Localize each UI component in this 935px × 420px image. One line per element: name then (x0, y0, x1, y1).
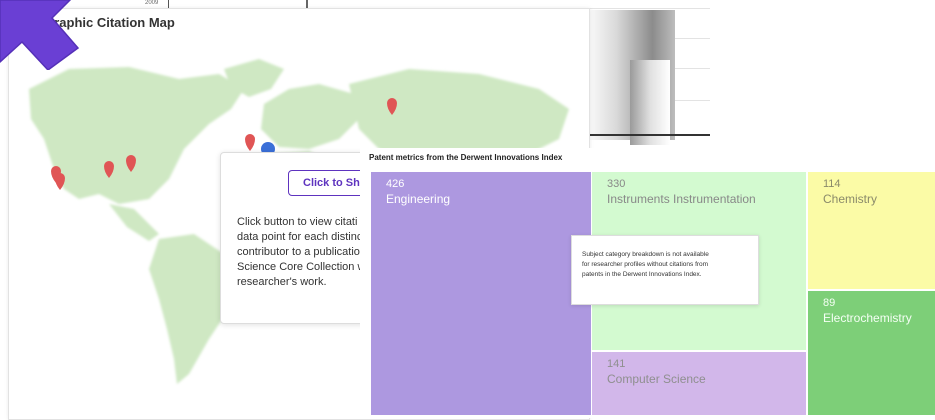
tooltip-text: Subject category breakdown is not availa… (582, 250, 709, 280)
tile-label: Engineering (386, 192, 451, 206)
tile-label: Computer Science (607, 372, 706, 386)
treemap-tile-engineering[interactable]: 426 Engineering (371, 172, 591, 415)
map-marker (245, 134, 255, 151)
chart-year-label: 2009 (145, 0, 159, 6)
tile-label: Chemistry (823, 192, 878, 206)
treemap-tile-computer-science[interactable]: 141 Computer Science (592, 352, 806, 415)
tile-label: Instruments Instrumentation (607, 192, 756, 206)
chart-gridline (580, 8, 710, 9)
tile-value: 114 (823, 178, 841, 190)
treemap-tile-chemistry[interactable]: 114 Chemistry (808, 172, 935, 289)
patent-metrics-panel: Patent metrics from the Derwent Innovati… (360, 148, 935, 418)
continent-central-america (109, 204, 159, 241)
patent-metrics-title: Patent metrics from the Derwent Innovati… (369, 153, 563, 162)
citation-popup: Click to Sho Click button to view citati… (220, 152, 382, 324)
tile-value: 330 (607, 178, 626, 190)
tile-label: Electrochemistry (823, 311, 912, 325)
tile-value: 141 (607, 358, 626, 370)
continent-europe (261, 84, 359, 149)
chart-baseline (590, 134, 710, 136)
treemap-tile-electrochemistry[interactable]: 89 Electrochemistry (808, 291, 935, 415)
chart-bar-shadow (630, 60, 670, 145)
arrow-pointer-icon (0, 0, 80, 70)
subject-breakdown-tooltip: Subject category breakdown is not availa… (571, 235, 759, 305)
tooltip-line: for researcher profiles without citation… (582, 261, 709, 268)
tooltip-line: Subject category breakdown is not availa… (582, 251, 709, 258)
tile-value: 89 (823, 297, 836, 309)
tooltip-line: patents in the Derwent Innovations Index… (582, 271, 702, 278)
tile-value: 426 (386, 178, 405, 190)
chart-tick (306, 0, 308, 8)
